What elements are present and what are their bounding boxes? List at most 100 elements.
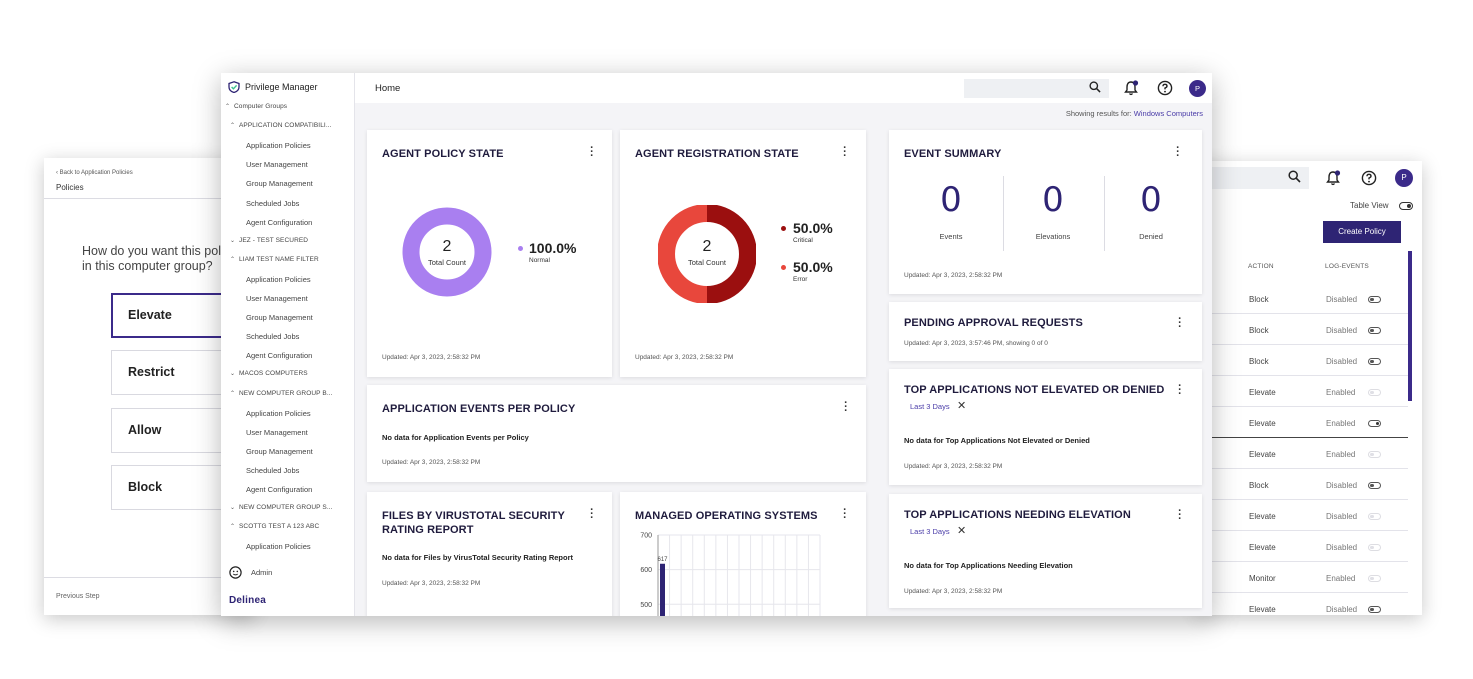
table-row[interactable]: Elevate Enabled <box>1196 407 1408 438</box>
previous-step-button[interactable]: Previous Step <box>56 593 100 600</box>
sidebar-item-jez-test-secured[interactable]: ⌄ JEZ - TEST SECURED <box>230 237 308 244</box>
table-row[interactable]: Elevate Disabled <box>1196 593 1408 615</box>
kebab-menu-icon[interactable]: · · · <box>1178 314 1182 333</box>
sidebar-item-computer-groups[interactable]: ⌃ Computer Groups <box>225 103 287 110</box>
sidebar-item-agent-configuration[interactable]: Agent Configuration <box>246 218 312 227</box>
stat-denied[interactable]: 0 Denied <box>1101 180 1201 241</box>
table-row[interactable]: Block Disabled <box>1196 283 1408 314</box>
filter-chip-last-3-days[interactable]: Last 3 Days <box>910 402 950 411</box>
kebab-menu-icon[interactable]: · · · <box>843 505 847 524</box>
table-row[interactable]: Block Disabled <box>1196 469 1408 500</box>
kebab-menu-icon[interactable]: · · · <box>1178 381 1182 400</box>
log-events-toggle[interactable] <box>1368 606 1381 613</box>
sidebar-item-application-policies[interactable]: Application Policies <box>246 409 311 418</box>
log-events-toggle[interactable] <box>1368 327 1381 334</box>
sidebar-item-agent-configuration[interactable]: Agent Configuration <box>246 351 312 360</box>
column-header-action[interactable]: ACTION <box>1248 263 1274 270</box>
sidebar-item-application-policies[interactable]: Application Policies <box>246 275 311 284</box>
chevron-down-icon[interactable]: ⌄ <box>230 370 239 377</box>
sidebar-item-scheduled-jobs[interactable]: Scheduled Jobs <box>246 332 299 341</box>
sidebar-item-liam-test-name-filter[interactable]: ⌃ LIAM TEST NAME FILTER <box>230 256 319 263</box>
sidebar-item-user-management[interactable]: User Management <box>246 160 308 169</box>
sidebar-item-label: LIAM TEST NAME FILTER <box>239 255 319 263</box>
kebab-menu-icon[interactable]: · · · <box>590 505 594 524</box>
action-cell: Elevate <box>1249 605 1276 614</box>
avatar[interactable]: P <box>1395 169 1413 187</box>
column-header-log-events[interactable]: LOG-EVENTS <box>1325 263 1369 270</box>
table-view-toggle[interactable] <box>1399 202 1413 210</box>
chevron-up-icon[interactable]: ⌃ <box>225 103 234 110</box>
sidebar-item-admin[interactable]: Admin <box>229 566 272 579</box>
scrollbar[interactable] <box>1408 251 1412 401</box>
top-apps-not-elevated-card: TOP APPLICATIONS NOT ELEVATED OR DENIED … <box>889 369 1202 485</box>
chevron-up-icon[interactable]: ⌃ <box>230 256 239 263</box>
help-icon[interactable] <box>1157 80 1173 96</box>
y-tick-label: 500 <box>640 602 652 609</box>
filter-chip-last-3-days[interactable]: Last 3 Days <box>910 527 950 536</box>
table-row[interactable]: Elevate Disabled <box>1196 531 1408 562</box>
log-events-cell: Disabled <box>1326 326 1358 335</box>
kebab-menu-icon[interactable]: · · · <box>1178 506 1182 525</box>
sidebar-item-scottg-test-a-123-abc[interactable]: ⌃ SCOTTG TEST A 123 ABC <box>230 523 319 530</box>
bell-icon[interactable] <box>1326 170 1341 186</box>
table-row[interactable]: Block Disabled <box>1196 314 1408 345</box>
log-events-toggle[interactable] <box>1368 575 1381 582</box>
sidebar-item-scheduled-jobs[interactable]: Scheduled Jobs <box>246 199 299 208</box>
help-icon[interactable] <box>1361 170 1377 186</box>
title-line-1: FILES BY VIRUSTOTAL SECURITY <box>382 510 565 522</box>
table-row[interactable]: Elevate Disabled <box>1196 500 1408 531</box>
sidebar-item-scheduled-jobs[interactable]: Scheduled Jobs <box>246 466 299 475</box>
stat-events[interactable]: 0 Events <box>901 180 1001 241</box>
sidebar-item-macos-computers[interactable]: ⌄ MACOS COMPUTERS <box>230 370 308 377</box>
managed-operating-systems-card: MANAGED OPERATING SYSTEMS · · · 700 600 500 6… <box>620 492 866 616</box>
log-events-toggle[interactable] <box>1368 544 1381 551</box>
computer-group-link[interactable]: Windows Computers <box>1134 109 1203 118</box>
sidebar-item-label: Group Management <box>246 313 313 323</box>
brand[interactable]: Privilege Manager <box>228 80 318 94</box>
sidebar-item-new-computer-group-b[interactable]: ⌃ NEW COMPUTER GROUP B... <box>230 390 333 397</box>
log-events-toggle[interactable] <box>1368 420 1381 427</box>
table-row[interactable]: Elevate Enabled <box>1196 376 1408 407</box>
sidebar-item-new-computer-group-s[interactable]: ⌄ NEW COMPUTER GROUP S... <box>230 504 333 511</box>
chevron-up-icon[interactable]: ⌃ <box>230 523 239 530</box>
sidebar-item-group-management[interactable]: Group Management <box>246 179 313 188</box>
log-events-toggle[interactable] <box>1368 513 1381 520</box>
sidebar-item-user-management[interactable]: User Management <box>246 428 308 437</box>
sidebar-item-label: User Management <box>246 160 308 170</box>
table-row[interactable]: Elevate Enabled <box>1196 438 1408 469</box>
search-icon[interactable] <box>1288 170 1301 183</box>
chevron-up-icon[interactable]: ⌃ <box>230 390 239 397</box>
close-icon[interactable]: ✕ <box>957 524 966 537</box>
kebab-menu-icon[interactable]: · · · <box>844 398 848 417</box>
sidebar-item-application-compatibili[interactable]: ⌃ APPLICATION COMPATIBILI... <box>230 122 332 129</box>
sidebar-item-application-policies[interactable]: Application Policies <box>246 141 311 150</box>
log-events-toggle[interactable] <box>1368 358 1381 365</box>
avatar[interactable]: P <box>1189 80 1206 97</box>
breadcrumb[interactable]: Home <box>375 83 400 94</box>
log-events-toggle[interactable] <box>1368 389 1381 396</box>
chevron-down-icon[interactable]: ⌄ <box>230 504 239 511</box>
kebab-menu-icon[interactable]: · · · <box>843 143 847 162</box>
table-row[interactable]: Block Disabled <box>1196 345 1408 376</box>
create-policy-button[interactable]: Create Policy <box>1323 221 1401 243</box>
chevron-down-icon[interactable]: ⌄ <box>230 237 239 244</box>
back-to-application-policies-link[interactable]: ‹ Back to Application Policies <box>56 170 133 176</box>
table-row[interactable]: Monitor Enabled <box>1196 562 1408 593</box>
sidebar-item-application-policies[interactable]: Application Policies <box>246 542 311 551</box>
log-events-toggle[interactable] <box>1368 482 1381 489</box>
log-events-toggle[interactable] <box>1368 451 1381 458</box>
sidebar-item-user-management[interactable]: User Management <box>246 294 308 303</box>
search-input[interactable] <box>964 79 1109 98</box>
search-icon[interactable] <box>1089 81 1101 93</box>
chevron-up-icon[interactable]: ⌃ <box>230 122 239 129</box>
log-events-toggle[interactable] <box>1368 296 1381 303</box>
kebab-menu-icon[interactable]: · · · <box>1176 143 1180 162</box>
close-icon[interactable]: ✕ <box>957 399 966 412</box>
sidebar-item-agent-configuration[interactable]: Agent Configuration <box>246 485 312 494</box>
action-cell: Elevate <box>1249 450 1276 459</box>
sidebar-item-group-management[interactable]: Group Management <box>246 313 313 322</box>
sidebar-item-group-management[interactable]: Group Management <box>246 447 313 456</box>
stat-elevations[interactable]: 0 Elevations <box>1003 180 1103 241</box>
kebab-menu-icon[interactable]: · · · <box>590 143 594 162</box>
bell-icon[interactable] <box>1124 80 1139 96</box>
